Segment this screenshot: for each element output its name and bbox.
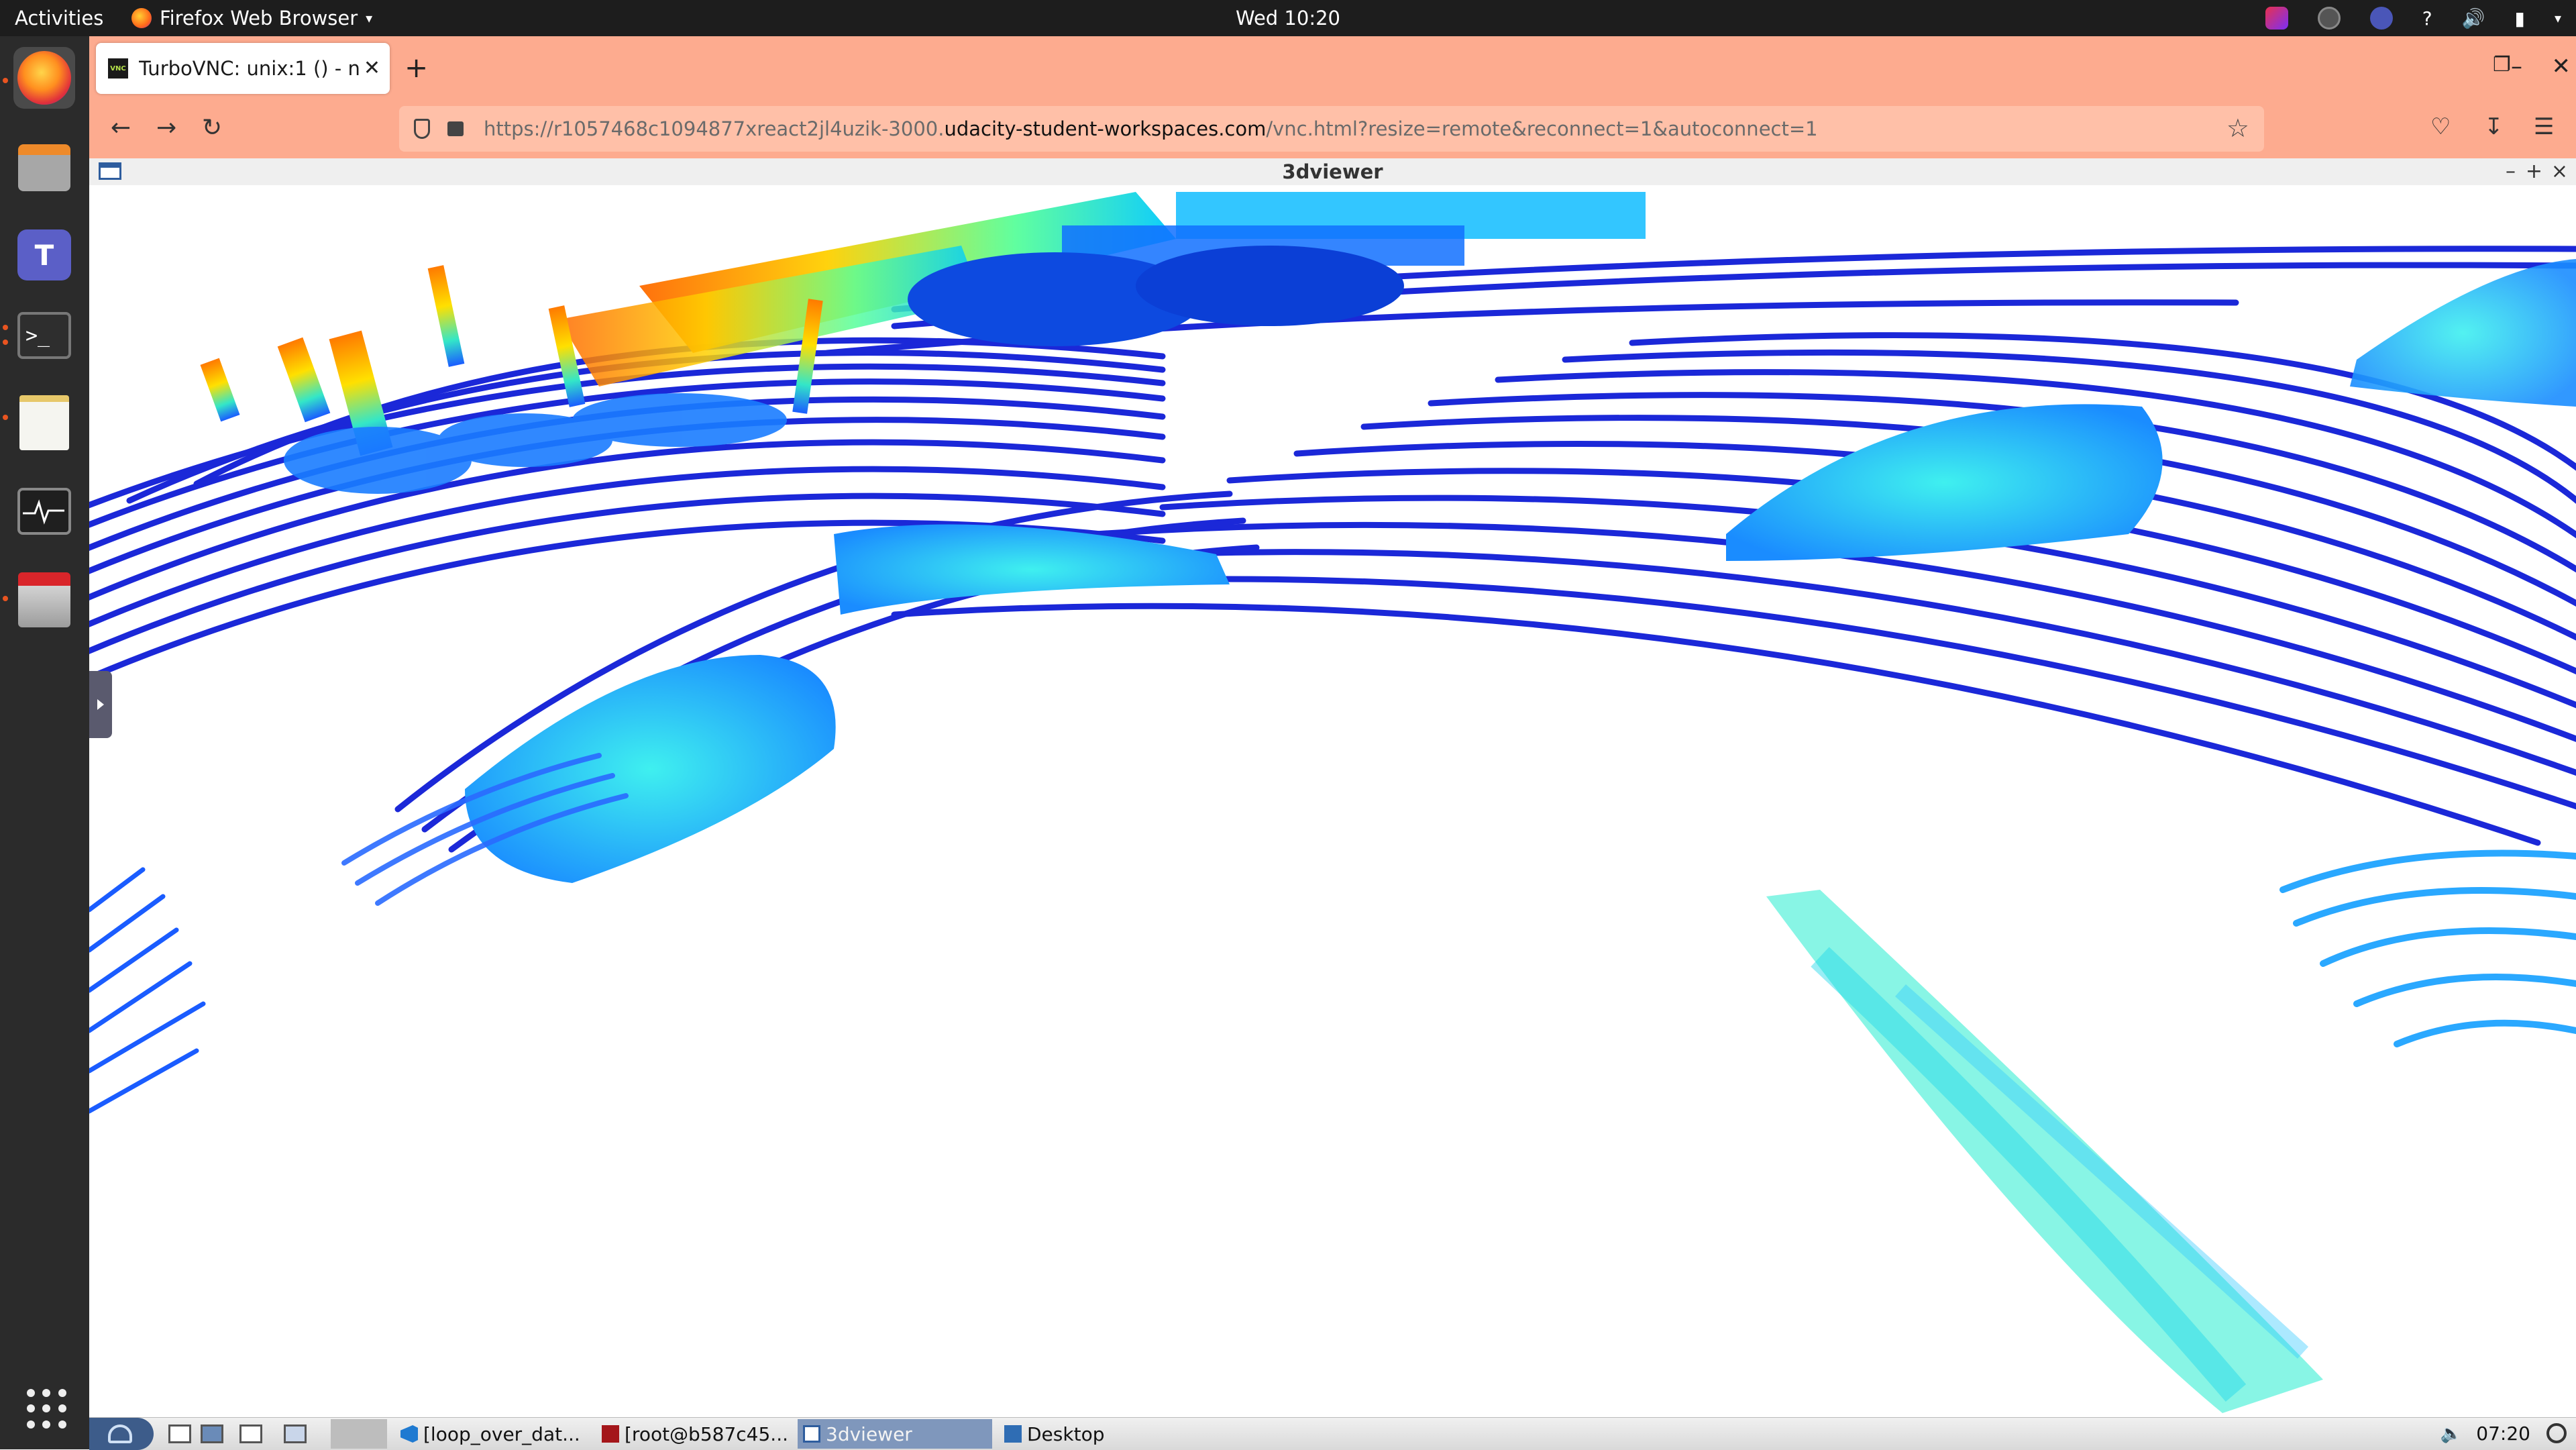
dock-teams[interactable]: T (13, 224, 75, 286)
teams-tray-icon[interactable] (2369, 7, 2393, 30)
globe-icon[interactable] (2317, 7, 2341, 30)
firefox-tab-bar: VNC TurboVNC: unix:1 () - noVNC ✕ + – ✕ (89, 36, 2576, 101)
running-indicator (3, 340, 8, 345)
teams-icon: T (17, 229, 71, 280)
taskbar-clock[interactable]: 07:20 (2476, 1418, 2530, 1450)
power-icon[interactable] (2546, 1423, 2567, 1443)
restore-window-button[interactable]: ❐ (2493, 48, 2511, 82)
near-car-points (465, 655, 836, 883)
task-label: Desktop (1027, 1422, 1105, 1445)
point-cloud-viewport[interactable] (89, 185, 2576, 1417)
task-label: 3dviewer (826, 1422, 912, 1445)
running-indicator (3, 325, 8, 330)
system-tray: ? 🔊 ▮ ▾ (2265, 0, 2561, 36)
terminal-icon: >_ (17, 312, 71, 359)
pocket-icon[interactable]: ♡ (2430, 110, 2451, 144)
url-bar[interactable]: https://r1057468c1094877xreact2jl4uzik-3… (399, 106, 2264, 152)
system-monitor-icon (17, 488, 71, 535)
back-button[interactable]: ← (111, 111, 131, 145)
dock-text-editor[interactable] (13, 392, 75, 454)
dock-files[interactable] (13, 137, 75, 199)
task-label: [root@b587c45... (625, 1422, 789, 1445)
reload-button[interactable]: ↻ (202, 111, 222, 145)
gnome-top-bar: Activities Firefox Web Browser ▾ Wed 10:… (0, 0, 2576, 36)
taskbar-task-terminal[interactable]: [root@b587c45... (596, 1419, 791, 1449)
url-text: https://r1057468c1094877xreact2jl4uzik-3… (484, 117, 1818, 140)
top-bar-clock[interactable]: Wed 10:20 (0, 0, 2576, 36)
running-indicator (3, 78, 8, 83)
downloads-icon[interactable]: ↧ (2484, 110, 2504, 144)
viewer-close-button[interactable]: × (2551, 158, 2568, 185)
app-menu-label: Firefox Web Browser (160, 7, 358, 30)
dock-system-monitor[interactable] (13, 480, 75, 542)
show-apps-grid-icon[interactable] (27, 1389, 67, 1429)
files-icon (18, 144, 70, 191)
firefox-icon (131, 8, 152, 28)
text-editor-icon (19, 395, 69, 450)
chevron-down-icon: ▾ (366, 10, 373, 26)
window-icon (803, 1425, 820, 1443)
vnc-desktop-taskbar: [loop_over_dat... [root@b587c45... 3dvie… (89, 1417, 2576, 1450)
dock-firefox[interactable] (13, 47, 75, 109)
taskbar-task-3dviewer[interactable]: 3dviewer (798, 1419, 992, 1449)
vnc-sidebar-handle[interactable] (89, 671, 112, 738)
running-indicator (3, 415, 8, 420)
firefox-nav-bar: ← → ↻ https://r1057468c1094877xreact2jl4… (89, 101, 2576, 160)
firefox-icon (17, 51, 71, 105)
tracking-shield-icon[interactable] (414, 119, 430, 139)
dropdown-icon[interactable]: ▾ (2555, 10, 2561, 26)
car-top-right-points (2350, 259, 2576, 407)
app-menu[interactable]: Firefox Web Browser ▾ (131, 0, 372, 36)
vscode-icon (400, 1425, 418, 1443)
tab-turbovnc[interactable]: VNC TurboVNC: unix:1 () - noVNC ✕ (96, 43, 390, 94)
new-tab-button[interactable]: + (405, 51, 428, 85)
start-menu-button[interactable] (89, 1418, 154, 1450)
pink-app-icon[interactable] (2265, 7, 2288, 30)
terminal-icon (602, 1425, 619, 1443)
folder-icon (1004, 1425, 1022, 1443)
running-indicator (3, 596, 8, 601)
viewer-title: 3dviewer (1282, 160, 1383, 183)
left-edge-points (89, 867, 206, 1114)
minimize-window-button[interactable]: – (2511, 50, 2522, 83)
dock-software-install[interactable] (13, 569, 75, 631)
battery-icon[interactable]: ▮ (2515, 7, 2525, 30)
lock-icon[interactable] (447, 121, 464, 136)
lidar-point-cloud (89, 192, 2576, 1413)
menu-icon[interactable]: ☰ (2534, 110, 2554, 144)
car-middle-points (834, 524, 1230, 615)
viewer-titlebar: 3dviewer – + × (89, 158, 2576, 186)
quicklaunch-desktop-icon[interactable] (284, 1425, 307, 1443)
viewer-maximize-button[interactable]: + (2526, 158, 2542, 185)
forward-button[interactable]: → (156, 111, 176, 145)
volume-icon[interactable]: 🔈 (2440, 1423, 2462, 1445)
vnc-favicon-icon: VNC (108, 58, 128, 79)
tab-title: TurboVNC: unix:1 () - noVNC (139, 57, 360, 80)
bookmark-star-icon[interactable]: ☆ (2226, 111, 2249, 145)
quicklaunch-network-icon[interactable] (201, 1425, 223, 1443)
workspace-switcher[interactable] (331, 1419, 387, 1449)
close-window-button[interactable]: ✕ (2552, 50, 2571, 83)
quicklaunch-window-icon[interactable] (239, 1425, 262, 1443)
ubuntu-dock: T >_ (0, 36, 89, 1449)
close-tab-icon[interactable]: ✕ (364, 56, 380, 80)
dock-terminal[interactable]: >_ (13, 305, 75, 366)
software-install-icon (18, 572, 70, 627)
help-icon[interactable]: ? (2422, 7, 2432, 30)
task-label: [loop_over_dat... (423, 1422, 580, 1445)
taskbar-task-desktop[interactable]: Desktop (999, 1419, 1160, 1449)
taskbar-task-vscode[interactable]: [loop_over_dat... (395, 1419, 590, 1449)
viewer-minimize-button[interactable]: – (2506, 158, 2516, 185)
volume-icon[interactable]: 🔊 (2462, 7, 2485, 30)
activities-button[interactable]: Activities (15, 0, 103, 36)
quicklaunch-files-icon[interactable] (168, 1425, 191, 1443)
right-lower-points (2279, 849, 2576, 1047)
ground-scan-rings (89, 246, 2576, 853)
